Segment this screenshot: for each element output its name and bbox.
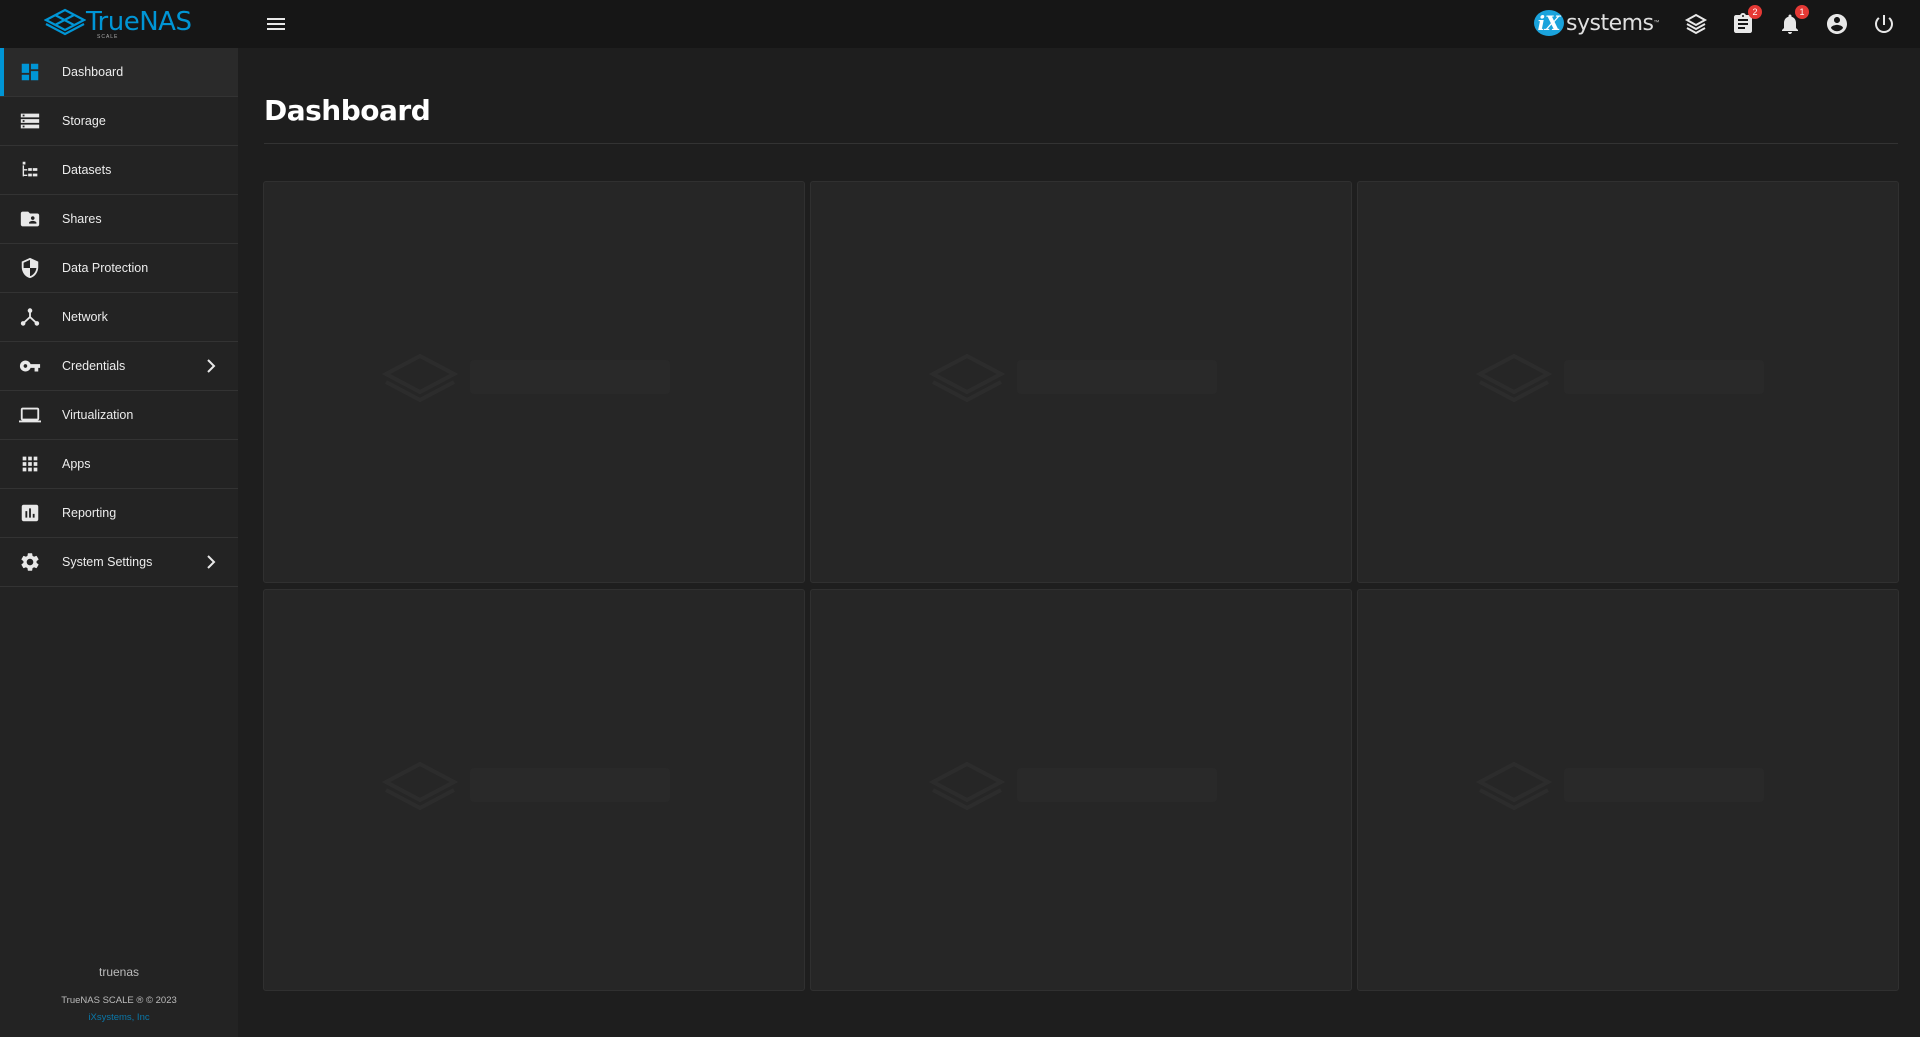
company-link[interactable]: iXsystems, Inc xyxy=(0,1012,238,1023)
power-button[interactable] xyxy=(1872,12,1896,36)
chart-icon xyxy=(21,504,39,522)
laptop-icon xyxy=(19,407,41,423)
ix-mark: iX xyxy=(1534,10,1564,36)
apps-grid-icon xyxy=(22,456,38,472)
truenas-watermark-icon xyxy=(382,353,670,403)
chevron-right-icon xyxy=(207,359,216,373)
truenas-watermark-icon xyxy=(929,761,1217,811)
account-button[interactable] xyxy=(1825,12,1849,36)
sidebar-item-credentials[interactable]: Credentials xyxy=(0,342,238,391)
sidebar-item-network[interactable]: Network xyxy=(0,293,238,342)
sidebar-item-label: Virtualization xyxy=(62,408,134,422)
dashboard-widget-card xyxy=(1357,181,1899,583)
truenas-watermark-icon xyxy=(929,353,1217,403)
sidebar-item-label: Apps xyxy=(62,457,91,471)
ix-wordmark: systems xyxy=(1566,10,1654,36)
power-icon xyxy=(1875,15,1893,33)
sidebar-item-system-settings[interactable]: System Settings xyxy=(0,538,238,587)
hostname: truenas xyxy=(98,965,140,979)
sidebar-item-label: Shares xyxy=(62,212,102,226)
chevron-right-icon xyxy=(207,555,216,569)
network-icon xyxy=(20,308,40,326)
brand-name: TrueNAS xyxy=(86,7,192,37)
shares-icon xyxy=(20,211,40,227)
sidebar-footer: truenas TrueNAS SCALE ® © 2023 iXsystems… xyxy=(0,965,238,1037)
hamburger-icon xyxy=(267,18,285,30)
ix-trademark: ™ xyxy=(1653,20,1660,26)
jobs-badge: 2 xyxy=(1748,5,1762,19)
dashboard-widget-card xyxy=(810,181,1352,583)
sidebar: Dashboard Storage Datasets Shares Data P… xyxy=(0,48,238,1037)
dashboard-icon xyxy=(21,63,39,81)
sidebar-item-label: Data Protection xyxy=(62,261,149,275)
sidebar-item-label: Storage xyxy=(62,114,106,128)
sidebar-item-dashboard[interactable]: Dashboard xyxy=(0,48,238,97)
page-title: Dashboard xyxy=(264,94,431,127)
title-divider xyxy=(264,143,1898,144)
sidebar-item-datasets[interactable]: Datasets xyxy=(0,146,238,195)
truenas-mark-icon xyxy=(44,8,86,36)
truenas-logo[interactable]: TrueNAS SCALE xyxy=(44,7,192,40)
alerts-badge: 1 xyxy=(1795,5,1809,19)
alerts-button[interactable]: 1 xyxy=(1778,5,1809,36)
key-icon xyxy=(19,360,41,372)
storage-icon xyxy=(20,113,40,129)
sidebar-item-label: Reporting xyxy=(62,506,117,520)
sidebar-item-label: Credentials xyxy=(62,359,126,373)
dashboard-widget-card xyxy=(1357,589,1899,991)
sidebar-item-shares[interactable]: Shares xyxy=(0,195,238,244)
brand-edition: SCALE xyxy=(97,34,119,40)
sidebar-item-virtualization[interactable]: Virtualization xyxy=(0,391,238,440)
top-toolbar: TrueNAS SCALE iX systems ™ 2 1 xyxy=(0,0,1920,48)
menu-toggle-button[interactable] xyxy=(264,12,288,36)
datasets-icon xyxy=(22,161,38,177)
jobs-button[interactable]: 2 xyxy=(1731,5,1762,36)
main-content: Dashboard xyxy=(238,48,1920,1037)
sidebar-item-data-protection[interactable]: Data Protection xyxy=(0,244,238,293)
truecommand-icon xyxy=(1684,13,1708,35)
dashboard-widget-card xyxy=(263,589,805,991)
account-circle-icon xyxy=(1827,14,1847,34)
dashboard-widget-card xyxy=(810,589,1352,991)
shield-icon xyxy=(21,257,39,279)
truenas-watermark-icon xyxy=(1476,353,1764,403)
sidebar-item-apps[interactable]: Apps xyxy=(0,440,238,489)
sidebar-item-label: Datasets xyxy=(62,163,112,177)
sidebar-item-label: System Settings xyxy=(62,555,153,569)
sidebar-item-label: Network xyxy=(62,310,108,324)
dashboard-widget-card xyxy=(263,181,805,583)
sidebar-item-reporting[interactable]: Reporting xyxy=(0,489,238,538)
truenas-watermark-icon xyxy=(382,761,670,811)
sidebar-item-storage[interactable]: Storage xyxy=(0,97,238,146)
truenas-watermark-icon xyxy=(1476,761,1764,811)
version-copyright: TrueNAS SCALE ® © 2023 xyxy=(61,995,177,1006)
truecommand-button[interactable] xyxy=(1684,12,1708,36)
ixsystems-logo[interactable]: iX systems ™ xyxy=(1534,10,1660,36)
sidebar-item-label: Dashboard xyxy=(62,65,124,79)
gear-icon xyxy=(21,553,39,571)
